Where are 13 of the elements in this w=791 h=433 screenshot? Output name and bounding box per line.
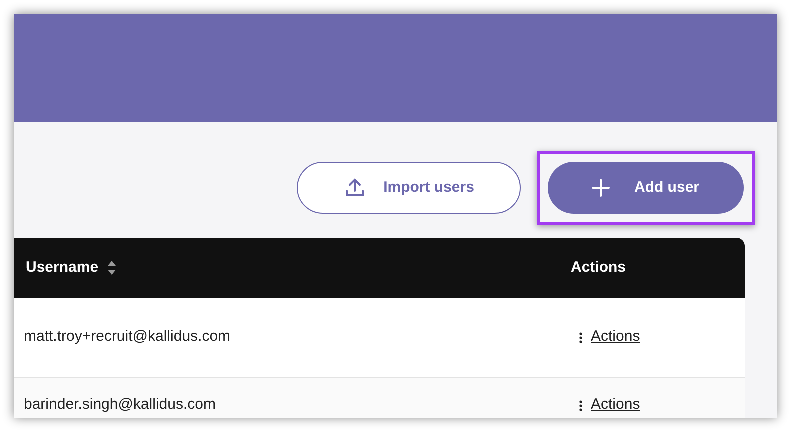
kebab-icon[interactable]	[579, 332, 583, 344]
sort-icon[interactable]	[106, 260, 117, 276]
plus-icon	[592, 179, 610, 197]
actions-link[interactable]: Actions	[591, 394, 640, 417]
import-button[interactable]: Import users	[297, 162, 521, 214]
actions-link[interactable]: Actions	[591, 326, 640, 349]
upload-icon	[344, 177, 366, 199]
kebab-icon[interactable]	[579, 400, 583, 412]
table-cell-text: matt.troy+recruit@kallidus.com	[23, 327, 232, 348]
add-user-button[interactable]: Add user	[548, 162, 744, 214]
table-cell-text: barinder.singh@kallidus.com	[23, 395, 217, 416]
column-header[interactable]: Username	[26, 256, 99, 280]
column-header: Actions	[571, 258, 626, 276]
